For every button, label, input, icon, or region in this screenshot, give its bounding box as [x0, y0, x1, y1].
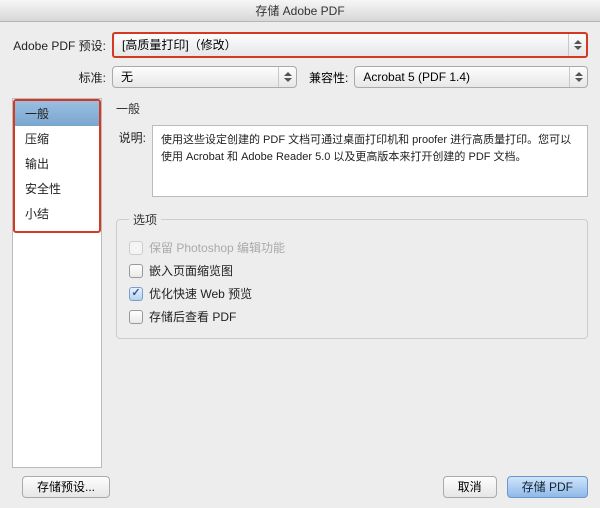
compat-select[interactable]: Acrobat 5 (PDF 1.4)	[354, 66, 588, 88]
option-label: 保留 Photoshop 编辑功能	[149, 239, 285, 256]
checkbox-icon	[129, 241, 143, 255]
description-textarea[interactable]: 使用这些设定创建的 PDF 文档可通过桌面打印机和 proofer 进行高质量打…	[152, 125, 588, 197]
preset-label: Adobe PDF 预设:	[12, 37, 112, 54]
option-view-after-save[interactable]: 存储后查看 PDF	[129, 305, 575, 328]
sidebar-item-compression[interactable]: 压缩	[15, 126, 99, 151]
preset-value: [高质量打印]（修改）	[122, 35, 237, 55]
save-preset-button[interactable]: 存储预设...	[22, 476, 110, 498]
compat-value: Acrobat 5 (PDF 1.4)	[363, 67, 470, 87]
sidebar-item-summary[interactable]: 小结	[15, 201, 99, 226]
option-embed-thumbnails[interactable]: 嵌入页面缩览图	[129, 259, 575, 282]
section-title-general: 一般	[116, 100, 588, 117]
checkbox-icon[interactable]	[129, 264, 143, 278]
sidebar-highlight-box: 一般 压缩 输出 安全性 小结	[13, 99, 101, 233]
standard-value: 无	[121, 67, 133, 87]
options-legend: 选项	[129, 211, 161, 228]
option-label: 嵌入页面缩览图	[149, 262, 233, 279]
sidebar-item-output[interactable]: 输出	[15, 151, 99, 176]
option-optimize-fast-web[interactable]: 优化快速 Web 预览	[129, 282, 575, 305]
preset-select[interactable]: [高质量打印]（修改）	[114, 34, 586, 56]
description-label: 说明:	[116, 125, 152, 197]
checkbox-icon[interactable]	[129, 310, 143, 324]
updown-icon	[569, 67, 587, 87]
option-label: 优化快速 Web 预览	[149, 285, 252, 302]
checkbox-checked-icon[interactable]	[129, 287, 143, 301]
sidebar: 一般 压缩 输出 安全性 小结	[12, 98, 102, 468]
options-fieldset: 选项 保留 Photoshop 编辑功能 嵌入页面缩览图 优化快速 Web 预览…	[116, 211, 588, 339]
option-preserve-ps-editing: 保留 Photoshop 编辑功能	[129, 236, 575, 259]
window-title: 存储 Adobe PDF	[0, 0, 600, 22]
save-pdf-button[interactable]: 存储 PDF	[507, 476, 588, 498]
standard-label: 标准:	[12, 69, 112, 86]
standard-select[interactable]: 无	[112, 66, 297, 88]
updown-icon	[278, 67, 296, 87]
cancel-button[interactable]: 取消	[443, 476, 497, 498]
option-label: 存储后查看 PDF	[149, 308, 236, 325]
sidebar-item-security[interactable]: 安全性	[15, 176, 99, 201]
compat-label: 兼容性:	[303, 69, 354, 86]
updown-icon	[568, 34, 586, 56]
sidebar-item-general[interactable]: 一般	[15, 101, 99, 126]
